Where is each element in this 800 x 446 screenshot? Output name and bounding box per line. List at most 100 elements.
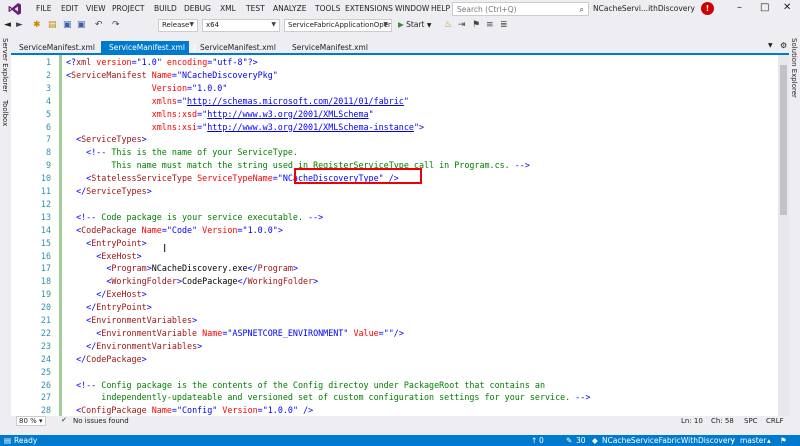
chevron-up-icon: ▴ xyxy=(767,436,771,445)
menu-window[interactable]: WINDOW xyxy=(395,4,429,13)
startup-project-value: ServiceFabricApplicationOpenCont xyxy=(288,21,392,29)
code-token[interactable]: http://schemas.microsoft.com/2011/01/fab… xyxy=(187,96,404,106)
server-explorer-tab[interactable]: Server Explorer xyxy=(1,38,9,92)
code-token: utf-8 xyxy=(217,57,243,67)
code-token: This name must match the string used in … xyxy=(66,160,515,171)
undo-icon[interactable]: ↶ xyxy=(95,20,103,30)
issues-label[interactable]: No issues found xyxy=(73,417,129,425)
platform-dropdown[interactable]: x64 ▼ xyxy=(202,19,280,32)
code-token: <!-- xyxy=(66,147,107,158)
pencil-icon[interactable]: ✎ xyxy=(566,436,572,445)
line-number: 23 xyxy=(40,340,51,351)
zoom-dropdown[interactable]: 80 % ▾ xyxy=(16,416,46,426)
chevron-down-icon: ▼ xyxy=(426,22,432,29)
branch-name[interactable]: master xyxy=(740,436,766,445)
menu-edit[interactable]: EDIT xyxy=(61,4,78,13)
code-token: 1.0.0 xyxy=(247,224,273,235)
save-all-icon[interactable]: ▣ xyxy=(77,20,86,30)
menu-analyze[interactable]: ANALYZE xyxy=(273,4,307,13)
line-number: 2 xyxy=(45,69,51,80)
bookmark-icon[interactable]: ⚑ xyxy=(472,20,480,30)
code-token: ASPNETCORE_ENVIRONMENT xyxy=(232,327,344,338)
feedback-icon[interactable]: ! xyxy=(701,2,714,15)
code-line: <WorkingFolder>CodePackage</WorkingFolde… xyxy=(66,276,318,286)
code-token[interactable]: http://www.w3.org/2001/XMLSchema-instanc… xyxy=(207,122,414,132)
solution-explorer-tab[interactable]: Solution Explorer xyxy=(790,38,798,98)
open-folder-icon[interactable]: ▤ xyxy=(48,20,57,30)
branch-icon[interactable]: ⑂ xyxy=(730,436,735,445)
menu-bar: FILE EDIT VIEW PROJECT BUILD DEBUG XML T… xyxy=(0,0,800,18)
code-token: CodePackage xyxy=(86,353,142,364)
menu-xml[interactable]: XML xyxy=(220,4,236,13)
tab-overflow-chevron-icon[interactable]: ▼ xyxy=(768,42,773,49)
code-token: > xyxy=(197,340,203,351)
minimize-icon[interactable]: – xyxy=(737,2,742,13)
maximize-icon[interactable]: □ xyxy=(760,2,769,13)
code-line: <!-- Config package is the contents of t… xyxy=(66,380,545,390)
flame-icon[interactable]: ♨ xyxy=(444,20,452,30)
code-token: =""/> xyxy=(378,327,404,338)
code-token: > xyxy=(146,302,152,313)
code-token: " xyxy=(403,95,409,106)
left-tool-rail: Server Explorer Toolbox xyxy=(0,34,11,425)
code-token: </ xyxy=(66,302,97,313)
highlight-box-service-type-name xyxy=(294,168,422,184)
start-button[interactable]: ▶ Start ▼ xyxy=(398,20,432,29)
menu-file[interactable]: FILE xyxy=(36,4,51,13)
zoom-value: 80 % xyxy=(19,417,37,425)
menu-test[interactable]: TEST xyxy=(246,4,265,13)
code-token: Version xyxy=(66,82,188,93)
code-token: <!-- xyxy=(66,211,97,222)
code-editor[interactable]: 1 2 3 4 5 6 7 8 9 10 11 12 13 14 15 16 17 18 19 20 21 22 23 24 2… xyxy=(11,55,778,416)
repo-icon[interactable]: ◆ xyxy=(592,436,598,445)
scrollbar-thumb[interactable] xyxy=(780,65,787,215)
code-token: xmlns:xsd xyxy=(66,108,198,119)
line-ending[interactable]: CRLF xyxy=(766,417,784,425)
startup-project-dropdown[interactable]: ServiceFabricApplicationOpenCont ▼ xyxy=(284,19,392,32)
repository-name[interactable]: NCacheServiceFabricWithDiscovery xyxy=(602,436,735,445)
forward-icon[interactable]: ► xyxy=(16,20,23,30)
code-line: xmlns="http://schemas.microsoft.com/2011… xyxy=(66,96,409,106)
push-arrow-icon[interactable]: ↑ xyxy=(531,436,537,445)
code-token: encoding xyxy=(161,57,208,67)
configuration-dropdown[interactable]: Release ▼ xyxy=(158,19,198,32)
back-icon[interactable]: ◄ xyxy=(4,20,11,30)
menu-extensions[interactable]: EXTENSIONS xyxy=(345,4,393,13)
quick-launch-placeholder: Search (Ctrl+Q) xyxy=(457,5,517,14)
line-number: 4 xyxy=(45,95,51,106)
uncomment-icon[interactable]: ≣ xyxy=(500,20,508,30)
code-token[interactable]: http://www.w3.org/2001/XMLSchema xyxy=(207,109,368,119)
play-icon: ▶ xyxy=(398,20,404,29)
menu-tools[interactable]: TOOLS xyxy=(315,4,340,13)
settings-gear-icon[interactable]: ⚙ xyxy=(780,41,787,50)
comment-icon[interactable]: ≡ xyxy=(486,20,494,30)
menu-help[interactable]: HELP xyxy=(431,4,450,13)
code-token: > xyxy=(313,276,319,287)
code-token: > xyxy=(192,315,198,325)
code-token: "?> xyxy=(242,57,258,67)
save-icon[interactable]: ▣ xyxy=(63,20,72,30)
line-number: 3 xyxy=(45,82,51,93)
whitespace-mode[interactable]: SPC xyxy=(744,417,758,425)
step-icon[interactable]: ⇥ xyxy=(458,20,466,30)
code-line: xmlns:xsd="http://www.w3.org/2001/XMLSch… xyxy=(66,109,374,119)
code-token: =" xyxy=(237,224,248,235)
notifications-bell-icon[interactable]: ⚑ xyxy=(780,436,787,445)
code-line: <ServiceManifest Name="NCacheDiscoveryPk… xyxy=(66,70,278,80)
line-number: 5 xyxy=(45,108,51,119)
menu-view[interactable]: VIEW xyxy=(86,4,106,13)
menu-build[interactable]: BUILD xyxy=(154,4,177,13)
code-token: =" xyxy=(161,224,172,235)
redo-icon[interactable]: ↷ xyxy=(112,20,120,30)
doc-tab-label: ServiceManifest.xml xyxy=(19,43,95,52)
code-line: </EntryPoint> xyxy=(66,302,152,312)
line-number: 27 xyxy=(40,392,51,403)
editor-vertical-scrollbar[interactable] xyxy=(778,55,789,416)
menu-project[interactable]: PROJECT xyxy=(112,4,144,13)
new-project-icon[interactable]: ✱ xyxy=(33,20,41,30)
quick-launch-input[interactable]: Search (Ctrl+Q) ⌕ xyxy=(452,2,589,16)
menu-debug[interactable]: DEBUG xyxy=(184,4,211,13)
toolbox-tab[interactable]: Toolbox xyxy=(1,100,9,126)
code-line: Version="1.0.0" xyxy=(66,82,228,93)
close-icon[interactable]: ✕ xyxy=(783,2,791,13)
